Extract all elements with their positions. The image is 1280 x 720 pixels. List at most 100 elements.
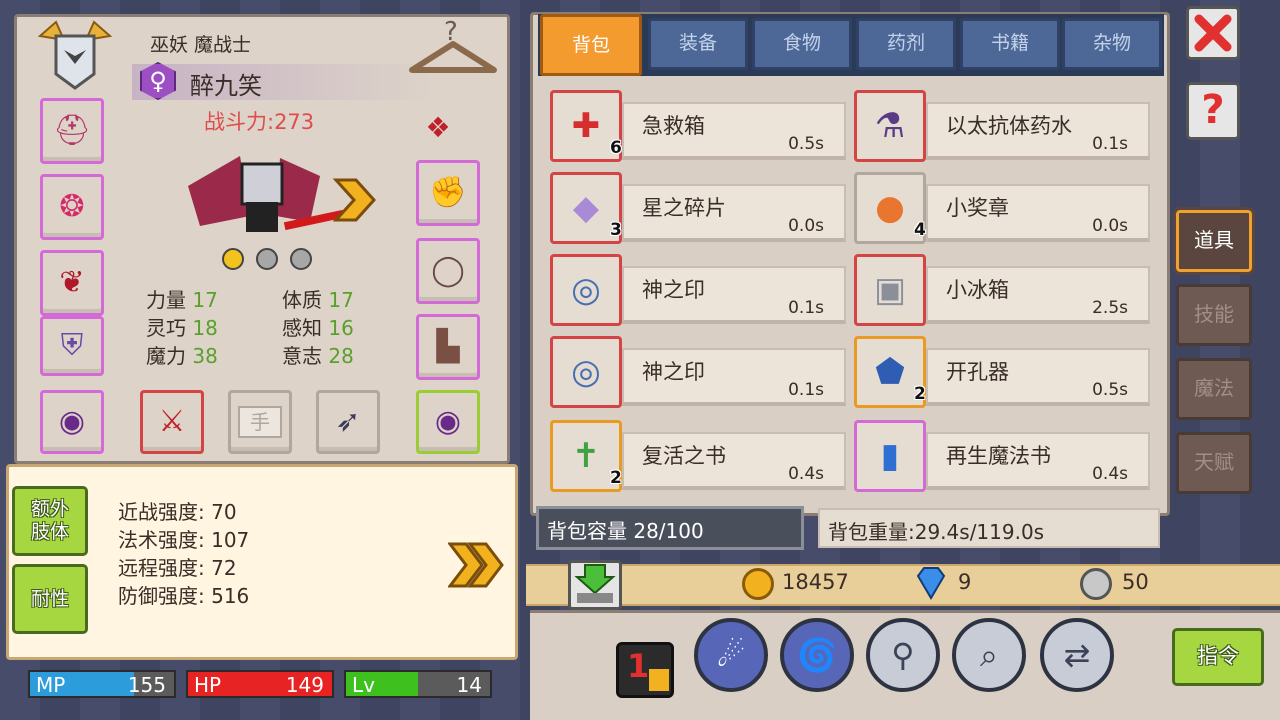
inventory-item[interactable]: ✚ 6 急救箱 0.5s	[550, 90, 846, 162]
item-count: 3	[610, 220, 622, 240]
attribute-constitution: 体质 17	[282, 288, 354, 312]
mp-bar: MP 155	[28, 670, 176, 698]
bag-weight-box: 背包重量:29.4s/119.0s	[818, 508, 1160, 548]
equip-slot-gloves[interactable]: ✊	[416, 160, 480, 226]
close-button[interactable]	[1186, 6, 1240, 60]
item-count: 6	[610, 138, 622, 158]
hotkey-1-2-button[interactable]: 1	[616, 642, 674, 698]
item-weight: 2.5s	[1092, 298, 1128, 318]
equip-slot-cape[interactable]: ❦	[40, 250, 104, 316]
search-button[interactable]: ⌕	[952, 618, 1026, 692]
small-fridge-icon: ▣	[873, 270, 907, 310]
page-dot[interactable]	[256, 248, 278, 270]
hole-drill-icon: ⬟	[875, 352, 905, 392]
inventory-item[interactable]: ▮ 再生魔法书 0.4s	[854, 420, 1150, 492]
item-weight: 0.1s	[788, 380, 824, 400]
item-name: 小冰箱	[946, 278, 1009, 302]
skill-whirl-button[interactable]: 🌀	[780, 618, 854, 692]
silver-coin-icon	[1080, 568, 1112, 600]
deposit-chest-button[interactable]	[568, 560, 622, 610]
question-icon: ?	[1201, 87, 1225, 133]
equip-slot-head-accessory[interactable]: ❖	[416, 106, 460, 150]
resistance-button[interactable]: 耐性	[12, 564, 88, 634]
command-button[interactable]: 指令	[1172, 628, 1264, 686]
skill-meteor-button[interactable]: ☄	[694, 618, 768, 692]
inventory-item[interactable]: ◆ 3 星之碎片 0.0s	[550, 172, 846, 244]
equip-slot-main-weapon[interactable]: ⚔	[140, 390, 204, 454]
tab-misc[interactable]: 杂物	[1062, 18, 1162, 70]
item-name: 星之碎片	[642, 196, 726, 220]
mask-icon: ❖	[425, 111, 451, 144]
search-icon: ⌕	[980, 635, 998, 674]
level-bar: Lv 14	[344, 670, 492, 698]
side-tab-skills[interactable]: 技能	[1176, 284, 1252, 346]
attribute-magic: 魔力 38	[146, 344, 218, 368]
item-weight: 0.0s	[788, 216, 824, 236]
inventory-item[interactable]: ◎ 神之印 0.1s	[550, 336, 846, 408]
tab-potions[interactable]: 药剂	[856, 18, 956, 70]
level-label: Lv	[352, 673, 375, 697]
equip-slot-armor[interactable]: ⛨	[40, 316, 104, 376]
equip-slot-boots[interactable]: ▙	[416, 314, 480, 380]
equip-slot-belt[interactable]: ◯	[416, 238, 480, 304]
hp-value: 149	[285, 673, 324, 697]
side-tab-talent[interactable]: 天赋	[1176, 432, 1252, 494]
crystal-shard-icon: ◆	[572, 188, 600, 228]
resurrection-book-icon: ✝	[571, 436, 601, 476]
class-title: 巫妖 魔战士	[150, 34, 252, 56]
item-name: 再生魔法书	[946, 444, 1051, 468]
item-count: 2	[610, 468, 622, 488]
attribute-will: 意志 28	[282, 344, 354, 368]
silver-amount: 50	[1122, 570, 1149, 594]
item-weight: 0.5s	[1092, 380, 1128, 400]
equip-slot-helmet[interactable]: ⛑	[40, 98, 104, 164]
equip-slot-ring-right[interactable]: ◉	[416, 390, 480, 454]
attribute-strength: 力量 17	[146, 288, 218, 312]
page-dot[interactable]	[290, 248, 312, 270]
equip-slot-offhand[interactable]: ➶	[316, 390, 380, 454]
side-tab-magic[interactable]: 魔法	[1176, 358, 1252, 420]
side-tab-items[interactable]: 道具	[1173, 207, 1255, 275]
equip-slot-ring-left[interactable]: ◉	[40, 390, 104, 454]
extra-limbs-button[interactable]: 额外 肢体	[12, 486, 88, 556]
page-dot[interactable]	[222, 248, 244, 270]
item-name: 神之印	[642, 360, 705, 384]
inventory-item[interactable]: ◎ 神之印 0.1s	[550, 254, 846, 326]
ranged-strength: 远程强度: 72	[118, 556, 237, 580]
inventory-item[interactable]: ▣ 小冰箱 2.5s	[854, 254, 1150, 326]
first-aid-kit-icon: ✚	[571, 106, 601, 146]
inspect-button[interactable]: ⚲	[866, 618, 940, 692]
item-weight: 0.5s	[788, 134, 824, 154]
armor-icon: ⛨	[60, 328, 84, 363]
name-plate	[132, 64, 432, 100]
swap-button[interactable]: ⇄	[1040, 618, 1114, 692]
expand-stats-arrow-icon[interactable]	[446, 540, 506, 590]
tab-food[interactable]: 食物	[752, 18, 852, 70]
attribute-dexterity: 灵巧 18	[146, 316, 218, 340]
equip-slot-amulet[interactable]: ❂	[40, 174, 104, 240]
inventory-item[interactable]: ⬟ 2 开孔器 0.5s	[854, 336, 1150, 408]
help-button[interactable]: ?	[1186, 82, 1240, 140]
mp-label: MP	[36, 673, 66, 697]
item-name: 神之印	[642, 278, 705, 302]
next-page-arrow-icon[interactable]	[332, 176, 378, 224]
item-weight: 0.4s	[788, 464, 824, 484]
cape-icon: ❦	[59, 265, 85, 300]
item-name: 急救箱	[642, 114, 705, 138]
hp-label: HP	[194, 673, 222, 697]
tab-backpack[interactable]: 背包	[540, 14, 642, 76]
equip-slot-hand[interactable]: 手	[228, 390, 292, 454]
close-icon	[1194, 14, 1232, 52]
character-name: 醉九笑	[190, 72, 262, 100]
inventory-item[interactable]: ⚗ 以太抗体药水 0.1s	[854, 90, 1150, 162]
inventory-item[interactable]: ✝ 2 复活之书 0.4s	[550, 420, 846, 492]
download-arrow-icon	[574, 564, 616, 603]
wardrobe-hanger-button[interactable]: ?	[406, 14, 500, 80]
guild-emblem-icon	[34, 16, 116, 92]
tab-books[interactable]: 书籍	[960, 18, 1060, 70]
regen-magic-book-icon: ▮	[880, 436, 900, 476]
character-sprite	[180, 146, 350, 242]
inventory-item[interactable]: ● 4 小奖章 0.0s	[854, 172, 1150, 244]
tab-equipment[interactable]: 装备	[648, 18, 748, 70]
helmet-icon: ⛑	[52, 113, 92, 148]
